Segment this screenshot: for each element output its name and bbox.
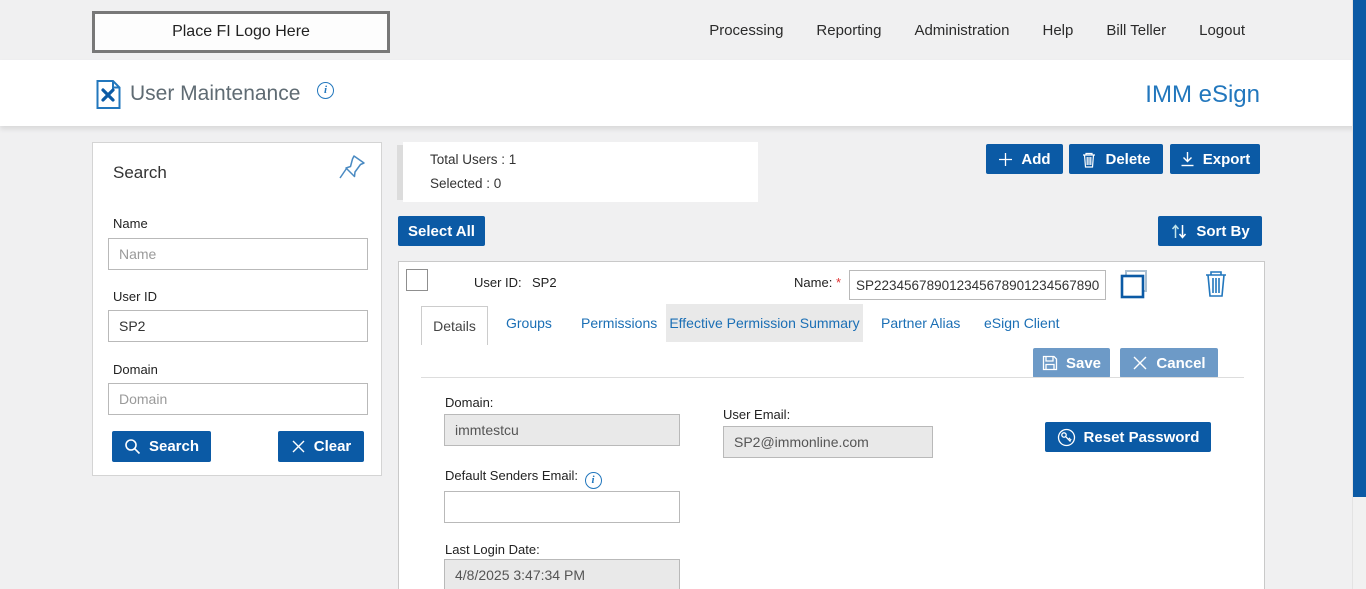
delete-button-label: Delete bbox=[1105, 150, 1151, 168]
menu-item-user-bill-teller[interactable]: Bill Teller bbox=[1106, 22, 1166, 39]
copy-icon[interactable] bbox=[1119, 268, 1151, 300]
tab-eps-label: Effective Permission Summary bbox=[669, 315, 860, 331]
page-header: User Maintenance i IMM eSign bbox=[0, 60, 1366, 126]
tab-details-label: Details bbox=[433, 318, 476, 334]
required-asterisk: * bbox=[835, 275, 841, 290]
name-label: Name: * bbox=[794, 275, 841, 290]
reset-password-label: Reset Password bbox=[1083, 428, 1200, 446]
reset-password-button[interactable]: Reset Password bbox=[1045, 422, 1211, 452]
top-bar: Place FI Logo Here Processing Reporting … bbox=[0, 0, 1366, 60]
search-user-id-label: User ID bbox=[113, 289, 158, 304]
export-button[interactable]: Export bbox=[1170, 144, 1260, 174]
add-button[interactable]: Add bbox=[986, 144, 1063, 174]
search-button-label: Search bbox=[148, 438, 200, 455]
user-row-card: User ID: SP2 Name: * Details Groups Perm… bbox=[398, 261, 1265, 589]
export-button-label: Export bbox=[1202, 150, 1251, 168]
fi-logo-placeholder: Place FI Logo Here bbox=[92, 11, 390, 53]
last-login-input bbox=[444, 559, 680, 589]
trash-icon bbox=[1083, 152, 1096, 168]
tab-content-divider bbox=[421, 377, 1244, 378]
save-floppy-icon bbox=[1042, 355, 1058, 371]
user-row-checkbox[interactable] bbox=[406, 269, 428, 291]
search-domain-label: Domain bbox=[113, 362, 158, 377]
search-name-input[interactable] bbox=[108, 238, 368, 270]
save-button-label: Save bbox=[1065, 354, 1102, 372]
download-icon bbox=[1181, 152, 1194, 167]
user-id-value: SP2 bbox=[532, 275, 557, 290]
search-panel-title: Search bbox=[113, 163, 167, 182]
search-panel: Search Name User ID Domain Search Clear bbox=[92, 142, 382, 476]
sort-by-label: Sort By bbox=[1196, 222, 1250, 240]
menu-item-administration[interactable]: Administration bbox=[914, 22, 1009, 39]
page-title: User Maintenance bbox=[130, 82, 301, 105]
brand-imm-esign: IMM eSign bbox=[1145, 81, 1260, 108]
user-name-input[interactable] bbox=[849, 270, 1106, 300]
menu-item-logout[interactable]: Logout bbox=[1199, 22, 1245, 39]
default-senders-email-input[interactable] bbox=[444, 491, 680, 523]
sort-by-button[interactable]: Sort By bbox=[1158, 216, 1262, 246]
sort-arrows-icon bbox=[1172, 223, 1187, 239]
plus-icon bbox=[999, 152, 1013, 166]
tab-permissions[interactable]: Permissions bbox=[581, 315, 657, 331]
page-scrollbar-thumb[interactable] bbox=[1353, 0, 1366, 497]
select-all-label: Select All bbox=[408, 222, 475, 240]
user-count-box: Total Users : 1 Selected : 0 bbox=[403, 142, 758, 202]
user-email-input bbox=[723, 426, 933, 458]
search-icon bbox=[125, 439, 141, 455]
row-delete-trash-icon[interactable] bbox=[1202, 268, 1230, 298]
select-all-button[interactable]: Select All bbox=[398, 216, 485, 246]
tab-effective-permission-summary[interactable]: Effective Permission Summary bbox=[666, 304, 863, 342]
default-senders-email-label: Default Senders Email: i bbox=[445, 468, 602, 489]
user-maintenance-page: Place FI Logo Here Processing Reporting … bbox=[0, 0, 1366, 589]
top-menu: Processing Reporting Administration Help… bbox=[709, 0, 1245, 60]
menu-item-reporting[interactable]: Reporting bbox=[816, 22, 881, 39]
delete-button[interactable]: Delete bbox=[1069, 144, 1163, 174]
clear-button[interactable]: Clear bbox=[278, 431, 364, 462]
total-users-text: Total Users : 1 bbox=[430, 152, 517, 167]
last-login-label: Last Login Date: bbox=[445, 542, 540, 557]
fi-logo-text: Place FI Logo Here bbox=[172, 23, 310, 40]
tab-esign-client[interactable]: eSign Client bbox=[984, 315, 1060, 331]
clear-x-icon bbox=[292, 440, 305, 453]
cancel-button-label: Cancel bbox=[1156, 354, 1206, 372]
pin-icon[interactable] bbox=[337, 153, 367, 185]
domain-label: Domain: bbox=[445, 395, 494, 410]
search-button[interactable]: Search bbox=[112, 431, 211, 462]
save-button[interactable]: Save bbox=[1033, 348, 1110, 378]
user-maintenance-icon bbox=[96, 80, 121, 109]
selected-count-text: Selected : 0 bbox=[430, 176, 502, 191]
user-email-label: User Email: bbox=[723, 407, 791, 422]
search-domain-input[interactable] bbox=[108, 383, 368, 415]
domain-input bbox=[444, 414, 680, 446]
search-user-id-input[interactable] bbox=[108, 310, 368, 342]
menu-item-help[interactable]: Help bbox=[1043, 22, 1074, 39]
page-scrollbar-track[interactable] bbox=[1352, 0, 1366, 589]
tab-partner-alias[interactable]: Partner Alias bbox=[881, 315, 960, 331]
menu-item-processing[interactable]: Processing bbox=[709, 22, 783, 39]
clear-button-label: Clear bbox=[313, 438, 352, 455]
default-senders-info-icon[interactable]: i bbox=[584, 472, 602, 489]
cancel-x-icon bbox=[1133, 356, 1147, 370]
reset-password-key-icon bbox=[1057, 428, 1075, 446]
search-name-label: Name bbox=[113, 216, 148, 231]
tab-groups[interactable]: Groups bbox=[506, 315, 552, 331]
add-button-label: Add bbox=[1021, 150, 1051, 168]
user-id-label: User ID: bbox=[474, 275, 522, 290]
tab-details[interactable]: Details bbox=[421, 306, 488, 345]
page-info-icon[interactable]: i bbox=[317, 82, 334, 99]
cancel-button[interactable]: Cancel bbox=[1120, 348, 1218, 378]
